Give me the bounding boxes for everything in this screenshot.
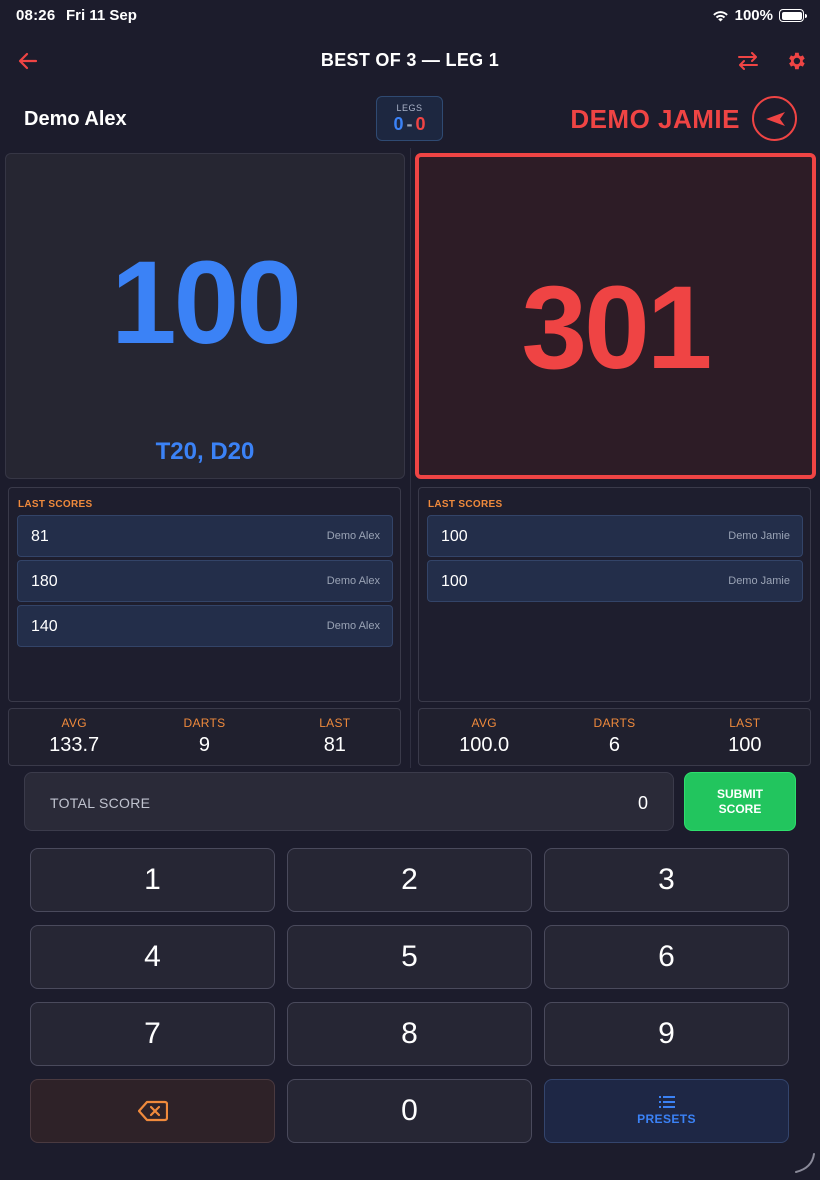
last-score-value: 180 <box>31 573 58 590</box>
backspace-button[interactable] <box>30 1079 275 1143</box>
player-right-name: DEMO JAMIE <box>570 104 740 134</box>
key-4[interactable]: 4 <box>30 925 275 989</box>
status-right: 100% <box>712 7 807 24</box>
list-icon <box>658 1096 675 1108</box>
resize-corner-icon <box>792 1150 816 1174</box>
backspace-icon <box>137 1100 168 1122</box>
list-item[interactable]: 140 Demo Alex <box>17 605 393 647</box>
stat-avg: AVG 100.0 <box>419 709 549 765</box>
stat-darts: DARTS 6 <box>549 709 679 765</box>
last-score-player: Demo Alex <box>326 530 380 542</box>
status-time: 08:26 <box>16 7 56 24</box>
throw-indicator <box>752 96 797 141</box>
player-left-name: Demo Alex <box>24 108 127 130</box>
stats-right: AVG 100.0 DARTS 6 LAST 100 <box>418 708 811 766</box>
key-3[interactable]: 3 <box>544 848 789 912</box>
list-item[interactable]: 100 Demo Jamie <box>427 515 803 557</box>
wifi-icon <box>712 11 728 22</box>
key-0[interactable]: 0 <box>287 1079 532 1143</box>
last-score-value: 140 <box>31 618 58 635</box>
stat-label: LAST <box>729 716 761 730</box>
last-score-player: Demo Alex <box>326 620 380 632</box>
stat-last: LAST 81 <box>270 709 400 765</box>
key-2[interactable]: 2 <box>287 848 532 912</box>
total-score-label: TOTAL SCORE <box>50 795 151 811</box>
legs-left: 0 <box>393 114 404 134</box>
last-score-player: Demo Jamie <box>728 575 790 587</box>
last-score-value: 100 <box>441 528 468 545</box>
legs-score: 0-0 <box>377 114 442 135</box>
battery-percent: 100% <box>734 7 773 24</box>
stat-value: 133.7 <box>49 734 100 756</box>
status-date: Fri 11 Sep <box>66 7 137 24</box>
battery-icon <box>779 9 807 22</box>
score-panel-left: 100 T20, D20 <box>5 153 405 479</box>
last-scores-title: LAST SCORES <box>428 499 503 510</box>
stat-label: AVG <box>471 716 497 730</box>
stat-label: AVG <box>61 716 87 730</box>
total-score-value: 0 <box>637 793 648 813</box>
swap-icon <box>738 52 758 70</box>
key-1[interactable]: 1 <box>30 848 275 912</box>
stat-value: 81 <box>323 734 346 756</box>
last-score-player: Demo Jamie <box>728 530 790 542</box>
presets-label: PRESETS <box>637 1112 696 1126</box>
center-divider <box>410 148 411 768</box>
presets-button[interactable]: PRESETS <box>544 1079 789 1143</box>
score-panel-right: 301 <box>415 153 816 479</box>
list-item[interactable]: 180 Demo Alex <box>17 560 393 602</box>
gear-icon <box>789 52 805 70</box>
remaining-score-right: 301 <box>521 262 713 394</box>
last-score-player: Demo Alex <box>326 575 380 587</box>
swap-button[interactable] <box>734 48 762 74</box>
key-6[interactable]: 6 <box>544 925 789 989</box>
stat-label: LAST <box>319 716 351 730</box>
stat-value: 9 <box>198 734 211 756</box>
list-item[interactable]: 81 Demo Alex <box>17 515 393 557</box>
legs-counter: LEGS 0-0 <box>376 96 443 141</box>
last-scores-title: LAST SCORES <box>18 499 93 510</box>
last-score-value: 100 <box>441 573 468 590</box>
settings-button[interactable] <box>782 47 810 75</box>
status-bar: 08:26 Fri 11 Sep 100% <box>0 0 820 32</box>
key-8[interactable]: 8 <box>287 1002 532 1066</box>
last-scores-left: LAST SCORES 81 Demo Alex 180 Demo Alex 1… <box>8 487 401 702</box>
legs-right: 0 <box>415 114 426 134</box>
legs-label: LEGS <box>396 103 423 113</box>
dart-arrow-icon <box>765 111 785 126</box>
stat-value: 100 <box>728 734 762 756</box>
submit-score-button[interactable]: SUBMIT SCORE <box>684 772 796 831</box>
stat-last: LAST 100 <box>680 709 810 765</box>
key-9[interactable]: 9 <box>544 1002 789 1066</box>
stat-value: 6 <box>608 734 621 756</box>
checkout-suggestion: T20, D20 <box>155 438 255 465</box>
last-scores-right: LAST SCORES 100 Demo Jamie 100 Demo Jami… <box>418 487 811 702</box>
key-5[interactable]: 5 <box>287 925 532 989</box>
stat-label: DARTS <box>183 716 226 730</box>
stat-value: 100.0 <box>459 734 510 756</box>
stats-left: AVG 133.7 DARTS 9 LAST 81 <box>8 708 401 766</box>
stat-label: DARTS <box>593 716 636 730</box>
stat-darts: DARTS 9 <box>139 709 269 765</box>
total-score-field[interactable]: TOTAL SCORE 0 <box>24 772 674 831</box>
page-title: BEST OF 3 — LEG 1 <box>320 50 500 70</box>
header: BEST OF 3 — LEG 1 <box>0 38 820 84</box>
legs-separator: - <box>406 114 413 134</box>
list-item[interactable]: 100 Demo Jamie <box>427 560 803 602</box>
key-7[interactable]: 7 <box>30 1002 275 1066</box>
remaining-score-left: 100 <box>111 237 302 369</box>
stat-avg: AVG 133.7 <box>9 709 139 765</box>
last-score-value: 81 <box>31 528 49 545</box>
